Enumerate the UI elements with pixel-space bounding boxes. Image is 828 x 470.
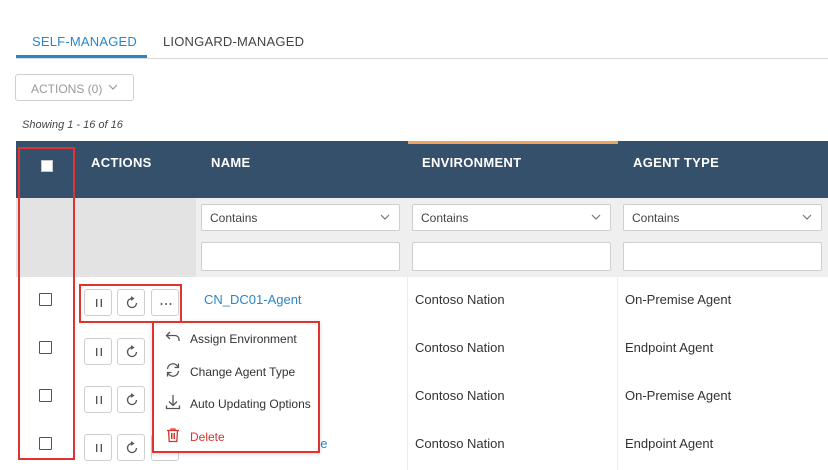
- pause-icon: [96, 299, 102, 307]
- agent-type-cell: Endpoint Agent: [625, 340, 714, 355]
- actions-dropdown-label: ACTIONS (0): [31, 82, 103, 96]
- refresh-button[interactable]: [117, 289, 145, 316]
- menu-item-label: Assign Environment: [190, 332, 297, 346]
- refresh-cycle-icon: [164, 361, 182, 384]
- chevron-down-icon: [108, 80, 118, 97]
- environment-cell: Contoso Nation: [415, 340, 505, 355]
- showing-count: Showing 1 - 16 of 16: [22, 119, 123, 131]
- menu-item-assign-environment[interactable]: Assign Environment: [162, 328, 312, 350]
- agent-type-cell: On-Premise Agent: [625, 292, 732, 307]
- environment-filter-operator-value: Contains: [421, 211, 469, 225]
- undo-arrow-icon: [164, 328, 182, 351]
- chevron-down-icon: [802, 210, 812, 227]
- environment-filter-input[interactable]: [412, 242, 611, 271]
- column-header-agent-type[interactable]: AGENT TYPE: [633, 155, 719, 170]
- menu-item-label: Auto Updating Options: [190, 397, 311, 411]
- chevron-down-icon: [591, 210, 601, 227]
- menu-item-label: Delete: [190, 430, 225, 444]
- row-checkbox[interactable]: [39, 341, 52, 354]
- refresh-button[interactable]: [117, 338, 145, 365]
- refresh-button[interactable]: [117, 386, 145, 413]
- pause-button[interactable]: [84, 434, 112, 461]
- column-header-actions: ACTIONS: [91, 155, 152, 170]
- refresh-icon: [126, 345, 138, 358]
- agent-type-cell: Endpoint Agent: [625, 436, 714, 451]
- active-tab-indicator: [16, 55, 147, 58]
- environment-cell: Contoso Nation: [415, 436, 505, 451]
- filter-row-spacer: [16, 198, 196, 277]
- column-header-name[interactable]: NAME: [211, 155, 250, 170]
- agent-type-filter-input[interactable]: [623, 242, 822, 271]
- more-options-button[interactable]: [151, 289, 179, 316]
- column-divider: [617, 277, 618, 470]
- actions-dropdown[interactable]: ACTIONS (0): [15, 74, 134, 101]
- environment-cell: Contoso Nation: [415, 388, 505, 403]
- row-checkbox[interactable]: [39, 437, 52, 450]
- pause-icon: [96, 348, 102, 356]
- environment-cell: Contoso Nation: [415, 292, 505, 307]
- menu-item-delete[interactable]: Delete: [162, 426, 312, 448]
- download-icon: [164, 393, 182, 416]
- agent-type-filter-operator-select[interactable]: Contains: [623, 204, 822, 231]
- menu-item-label: Change Agent Type: [190, 365, 296, 379]
- menu-item-auto-updating-options[interactable]: Auto Updating Options: [162, 393, 312, 415]
- environment-filter-operator-select[interactable]: Contains: [412, 204, 611, 231]
- pause-button[interactable]: [84, 289, 112, 316]
- chevron-down-icon: [380, 210, 390, 227]
- agent-name-link[interactable]: CN_DC01-Agent: [204, 292, 302, 307]
- pause-button[interactable]: [84, 386, 112, 413]
- refresh-button[interactable]: [117, 434, 145, 461]
- name-filter-input[interactable]: [201, 242, 400, 271]
- column-header-environment[interactable]: ENVIRONMENT: [422, 155, 521, 170]
- tab-self-managed[interactable]: SELF-MANAGED: [32, 34, 137, 49]
- row-checkbox[interactable]: [39, 293, 52, 306]
- pause-button[interactable]: [84, 338, 112, 365]
- tab-liongard-managed[interactable]: LIONGARD-MANAGED: [163, 34, 304, 49]
- row-checkbox[interactable]: [39, 389, 52, 402]
- refresh-icon: [126, 296, 138, 309]
- agent-type-filter-operator-value: Contains: [632, 211, 680, 225]
- name-filter-operator-select[interactable]: Contains: [201, 204, 400, 231]
- row-context-menu: Assign Environment Change Agent Type Aut…: [152, 321, 320, 453]
- refresh-icon: [126, 441, 138, 454]
- select-all-checkbox[interactable]: [41, 160, 53, 172]
- tab-bar: SELF-MANAGED LIONGARD-MANAGED: [16, 28, 828, 59]
- pause-icon: [96, 444, 102, 452]
- ellipsis-icon: [160, 303, 172, 305]
- menu-item-change-agent-type[interactable]: Change Agent Type: [162, 361, 312, 383]
- refresh-icon: [126, 393, 138, 406]
- agent-type-cell: On-Premise Agent: [625, 388, 732, 403]
- column-divider: [407, 277, 408, 470]
- pause-icon: [96, 396, 102, 404]
- sorted-column-indicator: [408, 141, 618, 144]
- trash-icon: [164, 426, 182, 449]
- name-filter-operator-value: Contains: [210, 211, 258, 225]
